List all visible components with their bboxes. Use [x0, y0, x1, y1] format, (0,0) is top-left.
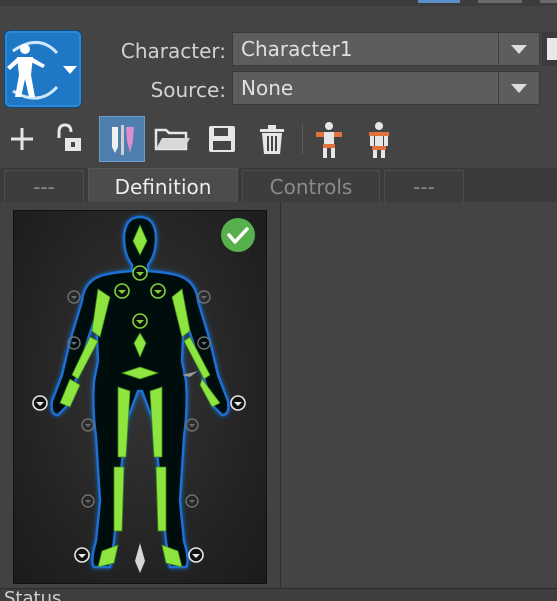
- status-label: Status: [4, 588, 62, 601]
- pencil-stick-icon[interactable]: [99, 116, 145, 162]
- source-dropdown-button[interactable]: [498, 72, 539, 104]
- source-dropdown-value: None: [241, 76, 294, 100]
- character-dropdown[interactable]: Character1: [232, 32, 540, 66]
- save-icon[interactable]: [200, 116, 246, 162]
- tab-empty-1[interactable]: ---: [4, 170, 84, 202]
- skeleton-biped-icon[interactable]: [356, 116, 402, 162]
- source-label: Source:: [150, 78, 226, 102]
- tab-empty-2[interactable]: ---: [384, 170, 464, 202]
- reference-marker[interactable]: [135, 543, 145, 573]
- tab-definition[interactable]: Definition: [88, 168, 238, 202]
- source-dropdown[interactable]: None: [232, 71, 540, 105]
- character-dropdown-value: Character1: [241, 37, 353, 61]
- folder-icon[interactable]: [150, 116, 196, 162]
- left-thigh-bone[interactable]: [117, 386, 131, 458]
- chevron-down-icon: [63, 66, 77, 74]
- character-dropdown-button[interactable]: [498, 33, 539, 65]
- tab-controls[interactable]: Controls: [242, 170, 380, 202]
- toolbar-separator: [302, 124, 303, 154]
- right-shin-bone[interactable]: [155, 466, 167, 532]
- top-tab-indicator[interactable]: [478, 0, 522, 3]
- status-bar: Status: [0, 588, 557, 601]
- character-definition-viewport: [13, 210, 267, 584]
- toolbar: [0, 116, 557, 164]
- top-tab-indicator-active[interactable]: [418, 0, 460, 3]
- character-label: Character:: [120, 39, 226, 63]
- character-menu-button[interactable]: [4, 30, 82, 108]
- top-tab-indicator[interactable]: [540, 0, 557, 3]
- hand-foot-joint-markers: [32, 395, 246, 563]
- scrollbar-edge[interactable]: [542, 32, 557, 66]
- lock-open-icon[interactable]: [46, 116, 92, 162]
- right-thigh-bone[interactable]: [149, 386, 163, 458]
- window-top-strip: [0, 0, 557, 6]
- chevron-down-icon: [511, 45, 527, 54]
- trash-icon[interactable]: [250, 116, 296, 162]
- tab-bar: --- Definition Controls ---: [0, 168, 557, 202]
- definition-panel: [0, 202, 281, 588]
- left-shin-bone[interactable]: [113, 466, 125, 532]
- chevron-down-icon: [511, 84, 527, 93]
- skeleton-icon[interactable]: [306, 116, 352, 162]
- plus-icon[interactable]: [0, 116, 46, 162]
- check-circle-icon: [221, 218, 255, 252]
